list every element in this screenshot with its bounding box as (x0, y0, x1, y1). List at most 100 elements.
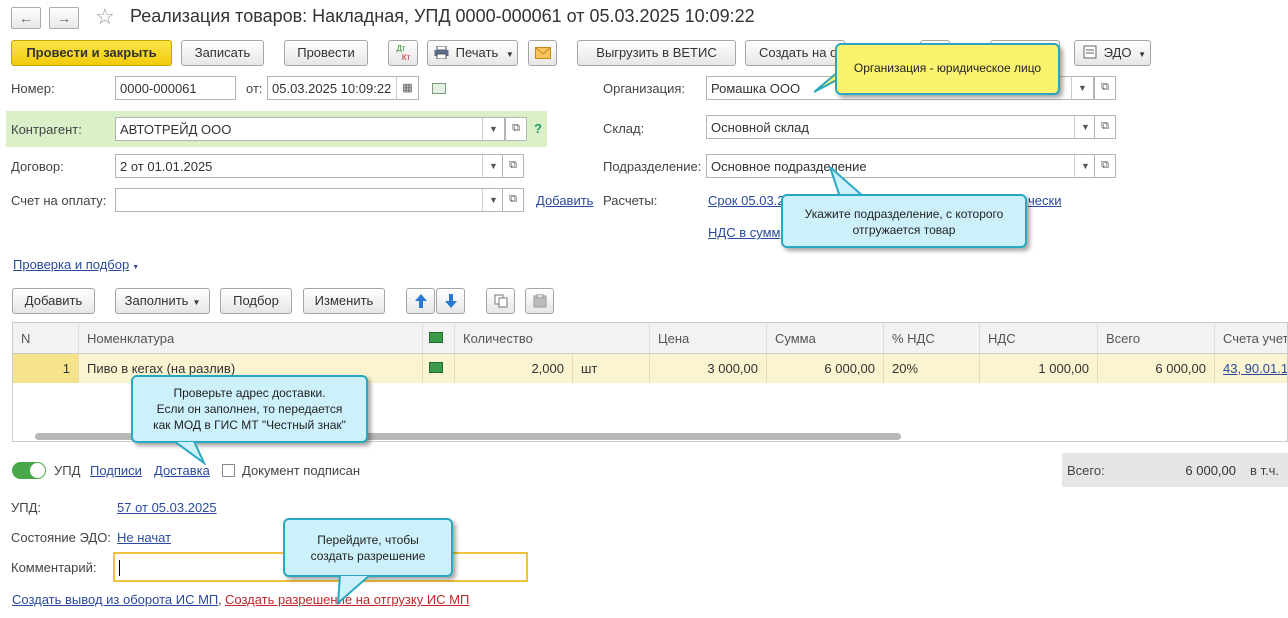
forward-button[interactable]: → (49, 7, 79, 29)
cell-total: 6 000,00 (1098, 354, 1215, 383)
arrow-up-icon (414, 294, 427, 308)
warehouse-field[interactable]: Основной склад ▼ (706, 115, 1097, 139)
history-icon[interactable] (432, 83, 446, 94)
permission-tip-tail (336, 575, 372, 605)
division-label: Подразделение: (603, 159, 702, 174)
date-value: 05.03.2025 10:09:22 (272, 81, 392, 96)
upd-link[interactable]: 57 от 05.03.2025 (117, 500, 217, 515)
paste-button[interactable] (525, 288, 554, 314)
column-header-item[interactable]: Номенклатура (79, 323, 423, 354)
copy-button[interactable] (486, 288, 515, 314)
settlements-term-link-tail[interactable]: чески (1028, 193, 1061, 208)
email-button[interactable] (528, 40, 557, 66)
cell-sum: 6 000,00 (767, 354, 884, 383)
fill-button[interactable]: Заполнить ▼ (115, 288, 210, 314)
chevron-down-icon[interactable]: ▼ (482, 155, 504, 177)
delivery-tip-tail (172, 441, 207, 465)
accounts-link[interactable]: 43, 90.01.1 (1223, 361, 1287, 376)
organization-label: Организация: (603, 81, 686, 96)
help-icon[interactable]: ? (534, 121, 542, 136)
organization-value: Ромашка ООО (711, 81, 801, 96)
arrow-down-icon (444, 294, 457, 308)
open-division-icon[interactable]: ⧉ (1094, 154, 1116, 178)
chevron-down-icon: ▼ (1138, 50, 1146, 59)
contract-value: 2 от 01.01.2025 (120, 159, 213, 174)
column-header-marking[interactable] (423, 323, 455, 354)
print-button[interactable]: Печать ▼ (427, 40, 518, 66)
page-title: Реализация товаров: Накладная, УПД 0000-… (130, 6, 755, 26)
counterparty-label: Контрагент: (11, 122, 82, 137)
edit-button[interactable]: Изменить (303, 288, 385, 314)
number-field[interactable]: 0000-000061 (115, 76, 236, 100)
chevron-down-icon: ▼ (505, 50, 514, 59)
column-header-accounts[interactable]: Счета учет (1215, 323, 1287, 354)
cell-accounts: 43, 90.01.1 (1215, 354, 1287, 383)
add-row-button[interactable]: Добавить (12, 288, 95, 314)
chevron-down-icon[interactable]: ▼ (1074, 116, 1096, 138)
open-organization-icon[interactable]: ⧉ (1094, 76, 1116, 100)
post-button[interactable]: Провести (284, 40, 368, 66)
vat-included-label: в т.ч. (1250, 463, 1280, 478)
chevron-down-icon[interactable]: ▼ (482, 189, 504, 211)
total-value: 6 000,00 (1185, 463, 1236, 478)
division-field[interactable]: Основное подразделение ▼ (706, 154, 1097, 178)
open-invoice-icon[interactable]: ⧉ (502, 188, 524, 212)
delivery-link[interactable]: Доставка (154, 463, 210, 478)
division-tooltip: Укажите подразделение, с которого отгруж… (781, 194, 1027, 248)
cell-n: 1 (13, 354, 79, 383)
calendar-icon[interactable]: ▦ (396, 77, 418, 99)
upd-toggle[interactable] (12, 462, 46, 479)
column-header-price[interactable]: Цена (650, 323, 767, 354)
move-up-button[interactable] (406, 288, 435, 314)
date-field[interactable]: 05.03.2025 10:09:22 ▦ (267, 76, 419, 100)
cell-marking (423, 354, 455, 383)
create-on-basis-button[interactable]: Создать на о (745, 40, 845, 66)
chevron-down-icon[interactable]: ▼ (482, 118, 504, 140)
column-header-total[interactable]: Всего (1098, 323, 1215, 354)
chevron-down-icon[interactable]: ▼ (1071, 77, 1093, 99)
print-label: Печать (455, 45, 499, 60)
back-button[interactable]: ← (11, 7, 41, 29)
move-down-button[interactable] (436, 288, 465, 314)
save-button[interactable]: Записать (181, 40, 264, 66)
totals-panel: Всего: 6 000,00 в т.ч. (1062, 453, 1288, 487)
document-signed-checkbox[interactable] (222, 464, 235, 477)
post-and-close-button[interactable]: Провести и закрыть (11, 40, 172, 66)
add-invoice-link[interactable]: Добавить (536, 193, 593, 208)
back-arrow-icon: ← (19, 10, 33, 26)
forward-arrow-icon: → (57, 10, 71, 26)
date-label: от: (246, 81, 263, 96)
open-contract-icon[interactable]: ⧉ (502, 154, 524, 178)
select-button[interactable]: Подбор (220, 288, 292, 314)
chevron-down-icon[interactable]: ▼ (1074, 155, 1096, 177)
counterparty-field[interactable]: АВТОТРЕЙД ООО ▼ (115, 117, 505, 141)
column-header-vat-rate[interactable]: % НДС (884, 323, 980, 354)
money-icon (429, 332, 443, 343)
cell-vat: 1 000,00 (980, 354, 1098, 383)
column-header-sum[interactable]: Сумма (767, 323, 884, 354)
withdrawal-link[interactable]: Создать вывод из оборота ИС МП (12, 592, 218, 607)
dt-kt-button[interactable]: Дт Кт (388, 40, 418, 66)
cell-vat-rate: 20% (884, 354, 980, 383)
check-and-select-link[interactable]: Проверка и подбор ▼ (13, 257, 139, 272)
vetis-upload-button[interactable]: Выгрузить в ВЕТИС (577, 40, 736, 66)
column-header-quantity[interactable]: Количество (455, 323, 650, 354)
settlements-vat-link[interactable]: НДС в сумм (708, 225, 780, 240)
cell-quantity: 2,000 (455, 354, 573, 383)
warehouse-label: Склад: (603, 121, 645, 136)
open-counterparty-icon[interactable]: ⧉ (505, 117, 527, 141)
edo-state-link[interactable]: Не начат (117, 530, 171, 545)
contract-field[interactable]: 2 от 01.01.2025 ▼ (115, 154, 505, 178)
edo-label: ЭДО (1103, 45, 1132, 60)
favorite-star-icon[interactable]: ☆ (95, 4, 115, 30)
column-header-vat[interactable]: НДС (980, 323, 1098, 354)
settlements-term-link[interactable]: Срок 05.03.2 (708, 193, 785, 208)
open-warehouse-icon[interactable]: ⧉ (1094, 115, 1116, 139)
warehouse-value: Основной склад (711, 120, 809, 135)
signatures-link[interactable]: Подписи (90, 463, 142, 478)
edo-doc-icon (1083, 45, 1097, 59)
column-header-n[interactable]: N (13, 323, 79, 354)
edo-button[interactable]: ЭДО ▼ (1074, 40, 1151, 66)
toggle-knob (30, 463, 45, 478)
invoice-field[interactable]: ▼ (115, 188, 505, 212)
